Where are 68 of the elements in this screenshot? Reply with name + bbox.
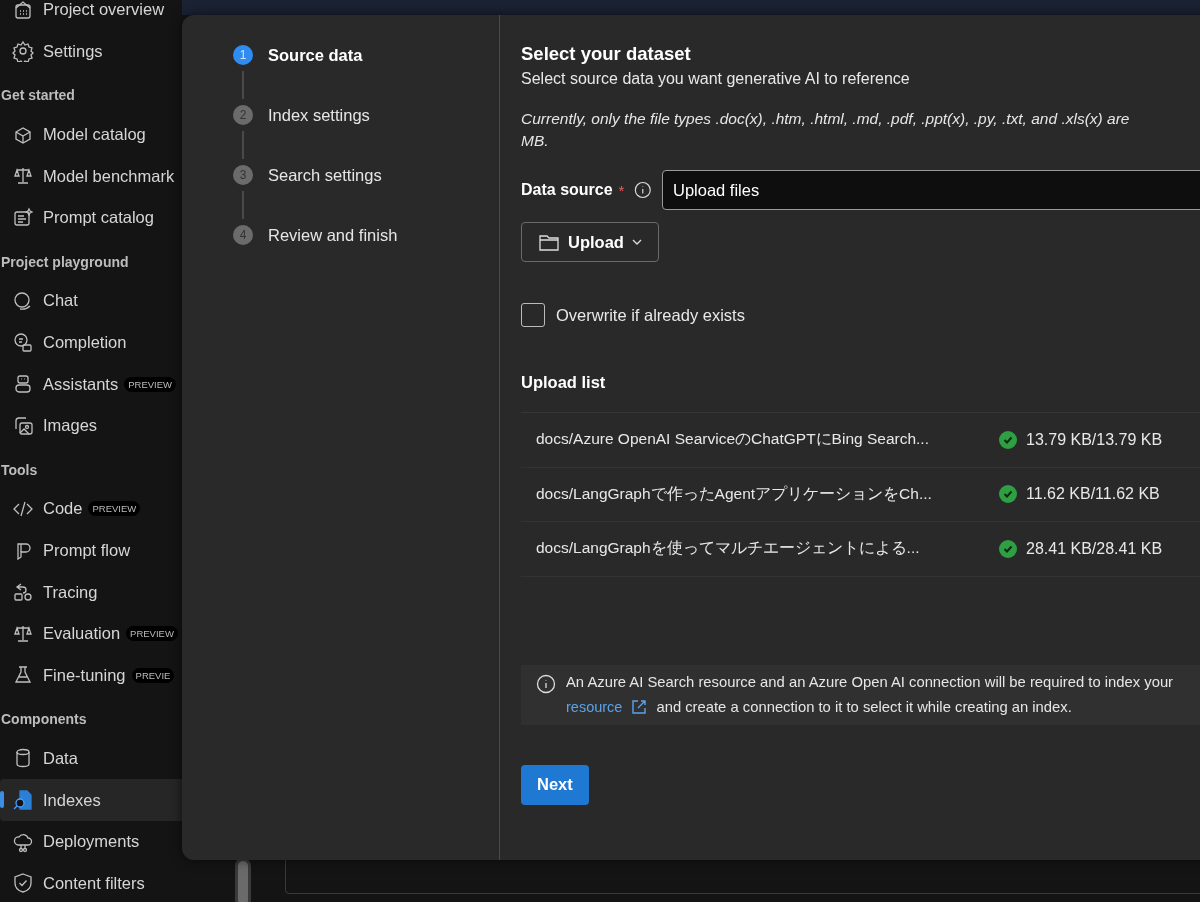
section-heading: Tools <box>1 461 38 478</box>
step-label[interactable]: Source data <box>268 45 363 65</box>
info-text: An Azure AI Search resource and an Azure Open AI connection will be required to index your <box>566 673 1175 692</box>
scrollbar-thumb[interactable] <box>235 858 251 902</box>
sidebar-item[interactable]: Images <box>0 404 230 447</box>
step-number: 4 <box>233 225 253 245</box>
section-heading: Get started <box>1 87 75 104</box>
data-source-field[interactable]: Upload files <box>662 170 1200 210</box>
preview-badge: PREVIEW <box>126 626 178 642</box>
sidebar-item[interactable]: Content filters <box>0 862 230 902</box>
step-label[interactable]: Index settings <box>268 105 370 125</box>
preview-badge: PREVIE <box>131 667 175 683</box>
sidebar-item[interactable]: Model benchmark <box>0 155 230 197</box>
sidebar-item[interactable]: Tracing <box>0 571 230 613</box>
document-sparkle-icon <box>12 206 34 229</box>
sidebar-item[interactable]: Code PREVIEW <box>0 488 230 530</box>
sidebar-item[interactable]: Settings <box>0 30 230 73</box>
section-heading: Project playground <box>1 253 129 270</box>
preview-badge: PREVIEW <box>124 376 176 392</box>
caret-icon <box>631 237 642 247</box>
shield-check-icon <box>12 872 34 895</box>
file-name: docs/Azure OpenAI SearviceのChatGPTにBing Search... <box>536 429 930 450</box>
sidebar-item[interactable]: Assistants PREVIEW <box>0 363 230 405</box>
file-size: 13.79 KB/13.79 KB <box>1026 430 1163 449</box>
section-heading: Components <box>1 711 87 728</box>
sidebar-item[interactable]: Deployments <box>0 820 230 863</box>
checkbox[interactable] <box>521 303 545 327</box>
field-label: Data source <box>521 181 613 199</box>
sidebar-item[interactable]: Data <box>0 737 230 780</box>
sidebar-item[interactable]: Evaluation PREVIEW <box>0 612 230 655</box>
file-type-note: Currently, only the file types .doc(x), .htm, .html, .md, .pdf, .ppt(x), .py, .txt, and .xls(x) are <box>521 110 1131 128</box>
sidebar-item[interactable]: Completion <box>0 321 230 364</box>
required-mark: * <box>618 181 625 199</box>
info-icon[interactable] <box>634 180 652 200</box>
dialog-title: Select your dataset <box>521 43 692 65</box>
robot-icon <box>12 373 34 396</box>
dialog-subtitle: Select source data you want generative AI to reference <box>521 70 911 88</box>
sidebar-item[interactable]: Fine-tuning PREVIE <box>0 654 230 697</box>
sidebar-item[interactable]: Prompt catalog <box>0 196 230 239</box>
step-number: 2 <box>233 105 253 125</box>
upload-button[interactable]: Upload <box>521 222 659 262</box>
image-icon <box>12 414 34 437</box>
step-label[interactable]: Search settings <box>268 165 382 185</box>
checkbox-label[interactable]: Overwrite if already exists <box>556 305 745 325</box>
section-heading: Upload list <box>521 373 607 392</box>
step-number: 3 <box>233 165 253 185</box>
sidebar-item[interactable]: Chat <box>0 280 230 322</box>
tracing-icon <box>12 581 34 604</box>
file-size: 11.62 KB/11.62 KB <box>1026 485 1160 504</box>
file-size: 28.41 KB/28.41 KB <box>1026 539 1163 558</box>
file-type-note: MB. <box>521 132 550 150</box>
sidebar-item[interactable]: Model catalog <box>0 113 230 156</box>
file-name: docs/LangGraphを使ってマルチエージェントによる... <box>536 538 921 559</box>
resource-link[interactable]: resource <box>566 698 623 715</box>
step-label[interactable]: Review and finish <box>268 225 398 245</box>
preview-badge: PREVIEW <box>88 501 141 517</box>
document-search-icon <box>12 789 34 812</box>
external-link-icon[interactable] <box>630 697 649 716</box>
chat-envelope-icon <box>12 331 34 354</box>
sidebar-item[interactable]: Prompt flow <box>0 529 230 572</box>
step-number: 1 <box>233 45 253 65</box>
settings-icon <box>12 40 34 63</box>
file-name: docs/LangGraphで作ったAgentアプリケーションをCh... <box>536 483 933 504</box>
sidebar-item[interactable]: Project overview <box>0 0 230 31</box>
info-text: and create a connection to it to select it while creating an index. <box>656 698 1072 715</box>
info-icon <box>536 673 556 694</box>
building-icon <box>12 0 34 21</box>
next-button[interactable]: Next <box>521 764 589 805</box>
